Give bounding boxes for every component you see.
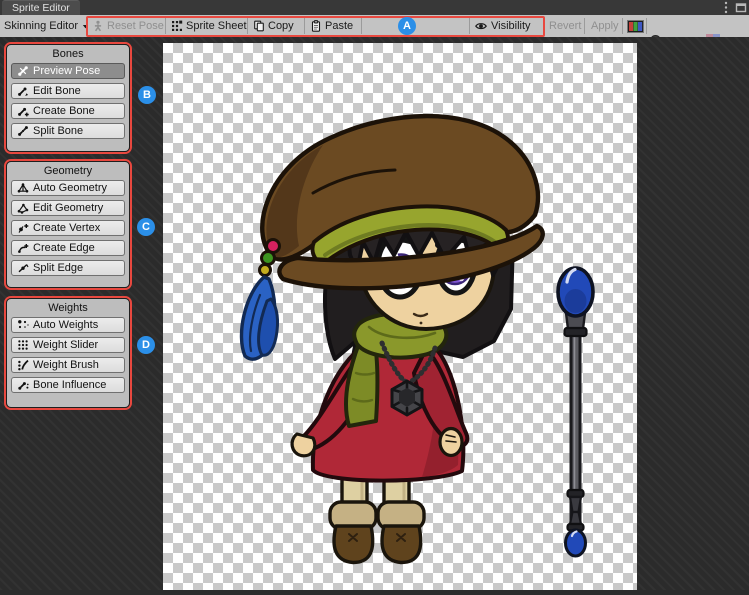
annotation-c: C: [137, 218, 155, 236]
skinning-editor-label: Skinning Editor: [4, 20, 78, 32]
kebab-menu-icon[interactable]: [724, 1, 728, 14]
tab-title: Sprite Editor: [12, 2, 70, 14]
reset-pose-button[interactable]: Reset Pose: [92, 15, 164, 37]
rgb-toggle-button[interactable]: [627, 15, 644, 37]
create-edge-icon: [17, 242, 29, 254]
rgb-icon: [627, 20, 644, 33]
weights-panel-outline: Weights Auto Weights Weight Slider Weigh…: [4, 296, 132, 410]
weight-slider-button[interactable]: Weight Slider: [11, 337, 125, 353]
weight-brush-icon: [17, 359, 29, 371]
apply-button[interactable]: Apply: [591, 15, 619, 37]
preview-pose-button[interactable]: Preview Pose: [11, 63, 125, 79]
auto-geometry-icon: [17, 182, 29, 194]
edit-geometry-button[interactable]: Edit Geometry: [11, 200, 125, 216]
toolbar-divider: [584, 18, 585, 34]
split-edge-icon: [17, 262, 29, 274]
copy-button[interactable]: Copy: [253, 15, 294, 37]
geometry-panel-outline: Geometry Auto Geometry Edit Geometry Cre…: [4, 159, 132, 290]
sprite-editor-tab[interactable]: Sprite Editor: [2, 0, 80, 15]
editor-content: Bones Preview Pose Edit Bone Create Bone: [0, 37, 749, 590]
geometry-panel: Geometry Auto Geometry Edit Geometry Cre…: [6, 161, 130, 288]
create-vertex-icon: [17, 222, 29, 234]
pose-icon: [92, 20, 104, 32]
paste-icon: [310, 20, 322, 32]
auto-weights-button[interactable]: Auto Weights: [11, 317, 125, 333]
sprite-sheet-button[interactable]: Sprite Sheet: [171, 15, 247, 37]
chevron-down-icon: [81, 22, 90, 31]
create-bone-button[interactable]: Create Bone: [11, 103, 125, 119]
edit-bone-icon: [17, 85, 29, 97]
split-edge-button[interactable]: Split Edge: [11, 260, 125, 276]
annotation-b: B: [138, 86, 156, 104]
bones-panel: Bones Preview Pose Edit Bone Create Bone: [6, 44, 130, 152]
toolbar-divider: [247, 18, 248, 34]
toolbar-divider: [304, 18, 305, 34]
toolbar-divider: [361, 18, 362, 34]
split-bone-button[interactable]: Split Bone: [11, 123, 125, 139]
weight-slider-icon: [17, 339, 29, 351]
annotation-d: D: [137, 336, 155, 354]
maximize-icon[interactable]: [735, 2, 747, 13]
paste-button[interactable]: Paste: [310, 15, 353, 37]
character-sprite[interactable]: [241, 116, 542, 562]
edit-geometry-icon: [17, 202, 29, 214]
sprite-canvas[interactable]: [163, 43, 637, 590]
copy-icon: [253, 20, 265, 32]
toolbar-divider: [622, 18, 623, 34]
weight-brush-button[interactable]: Weight Brush: [11, 357, 125, 373]
annotation-a: A: [398, 17, 416, 35]
preview-pose-icon: [17, 65, 29, 77]
bones-panel-outline: Bones Preview Pose Edit Bone Create Bone: [4, 42, 132, 154]
geometry-panel-title: Geometry: [11, 165, 125, 177]
create-vertex-button[interactable]: Create Vertex: [11, 220, 125, 236]
split-bone-icon: [17, 125, 29, 137]
sprite-sheet-icon: [171, 20, 183, 32]
weights-panel-title: Weights: [11, 302, 125, 314]
bones-panel-title: Bones: [11, 48, 125, 60]
skinning-editor-dropdown[interactable]: Skinning Editor: [4, 15, 90, 37]
toolbar-divider: [469, 18, 470, 34]
edit-bone-button[interactable]: Edit Bone: [11, 83, 125, 99]
weights-panel: Weights Auto Weights Weight Slider Weigh…: [6, 298, 130, 408]
auto-geometry-button[interactable]: Auto Geometry: [11, 180, 125, 196]
bone-influence-icon: [17, 379, 29, 391]
bone-influence-button[interactable]: Bone Influence: [11, 377, 125, 393]
revert-button[interactable]: Revert: [549, 15, 581, 37]
eye-icon: [474, 20, 488, 32]
auto-weights-icon: [17, 319, 29, 331]
toolbar-divider: [165, 18, 166, 34]
canvas-art: [163, 43, 637, 590]
create-bone-icon: [17, 105, 29, 117]
create-edge-button[interactable]: Create Edge: [11, 240, 125, 256]
staff-sprite[interactable]: [558, 268, 593, 556]
toolbar-divider: [646, 18, 647, 34]
visibility-button[interactable]: Visibility: [474, 15, 531, 37]
toolbar: Skinning Editor Reset Pose Sprite Sheet …: [0, 15, 749, 38]
window-titlebar: Sprite Editor: [0, 0, 749, 15]
